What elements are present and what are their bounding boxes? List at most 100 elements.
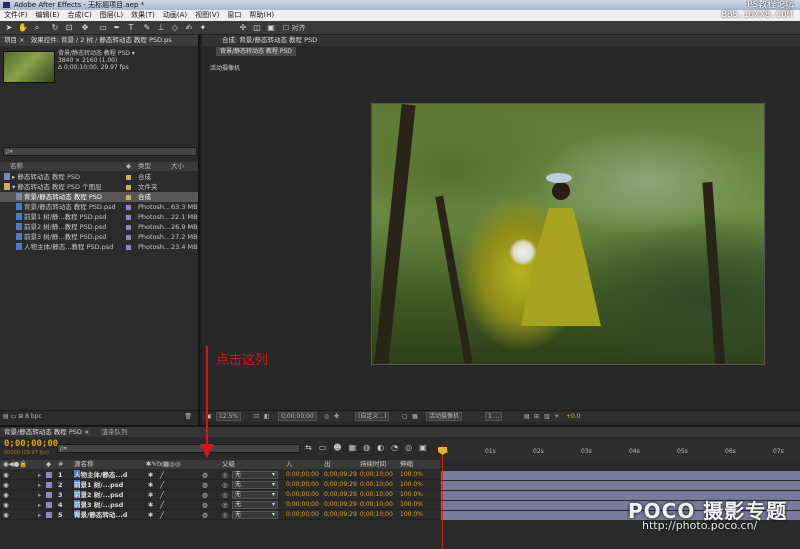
menu-effect[interactable]: 效果(T) [127,10,159,21]
col-size[interactable]: 大小 [171,162,184,171]
layer-duration[interactable]: 0;00;10;00 [360,490,393,500]
puppet-tool-icon[interactable]: ✦ [198,23,208,33]
project-item[interactable]: ▸ 静态转动态 教程 PSD 合成 [0,172,198,182]
snapshot-icon[interactable]: ◎ [324,411,329,423]
av-features-icon[interactable]: ◉◀●🔒 [3,460,27,469]
hand-tool-icon[interactable]: ✋ [18,23,28,33]
shy-switch-icon[interactable]: ✱ [148,510,153,520]
camera-tool-icon[interactable]: ⊡ [64,23,74,33]
tab-project[interactable]: 项目 × [4,36,25,44]
menu-layer[interactable]: 图层(L) [96,10,127,21]
visibility-eye-icon[interactable]: ◉ [3,480,9,490]
3d-layer-switch-icon[interactable]: ◍ [202,510,208,520]
shy-switch-icon[interactable]: ✱ [148,490,153,500]
transparency-grid-icon[interactable]: ▦ [412,411,418,423]
safe-margins-icon[interactable]: ⊡ [254,411,259,423]
col-in[interactable]: 入 [286,460,293,469]
pick-whip-icon[interactable]: ◎ [222,500,228,510]
new-folder-icon[interactable]: ▭ [11,413,17,420]
snapshot-camera-icon[interactable]: ◧ [264,411,270,423]
layer-in-time[interactable]: 0;00;00;00 [286,480,319,490]
region-of-interest-icon[interactable]: ▢ [402,411,408,423]
time-ruler[interactable]: 0s 01s 02s 03s 04s 05s 06s 07s [441,439,800,460]
shy-switch-icon[interactable]: ✱ [148,480,153,490]
world-axis-icon[interactable]: ◫ [252,23,262,33]
label-color-swatch[interactable] [126,195,131,200]
visibility-eye-icon[interactable]: ◉ [3,490,9,500]
axis-mode-icon[interactable]: ✣ [238,23,248,33]
label-color-swatch[interactable] [126,235,131,240]
label-color-swatch[interactable] [126,245,131,250]
layer-row[interactable]: ◉ ▸ 2 前景1 树/...psd ✱ ╱ ◍ ◎ 无 ▾ 0;00;00;00 0;00;09;2… [0,480,440,490]
eraser-tool-icon[interactable]: ◇ [170,23,180,33]
exposure-value[interactable]: +0.0 [566,411,581,423]
layer-stretch[interactable]: 100.0% [400,500,423,510]
tab-render-queue[interactable]: 渲染队列 [101,428,127,436]
layer-duration[interactable]: 0;00;10;00 [360,480,393,490]
menu-composition[interactable]: 合成(C) [63,10,95,21]
comp-subtab[interactable]: 背景/静态转动态 教程 PSD [216,47,296,56]
col-name[interactable]: 名称 [10,162,23,171]
pick-whip-icon[interactable]: ◎ [222,510,228,520]
layer-duration[interactable]: 0;00;10;00 [360,470,393,480]
fast-preview-icon[interactable]: ⊞ [534,411,539,423]
quality-switch-icon[interactable]: ╱ [160,470,164,480]
pick-whip-icon[interactable]: ◎ [222,470,228,480]
comp-info-name[interactable]: 背景/静态转动态 教程 PSD ▾ [58,50,135,57]
draft-3d-icon[interactable]: ▭ [319,443,334,452]
project-item[interactable]: ▾ 静态转动态 教程 PSD 个图层 文件夹 [0,182,198,192]
layer-label-color[interactable] [46,472,52,478]
3d-layer-switch-icon[interactable]: ◍ [202,470,208,480]
text-tool-icon[interactable]: T [126,23,136,33]
layer-out-time[interactable]: 0;00;09;29 [324,480,357,490]
label-color-swatch[interactable] [126,185,131,190]
3d-layer-switch-icon[interactable]: ◍ [202,480,208,490]
layer-duration[interactable]: 0;00;10;00 [360,510,393,520]
label-color-swatch[interactable] [126,205,131,210]
shy-switch-icon[interactable]: ✱ [148,500,153,510]
menu-help[interactable]: 帮助(H) [245,10,278,21]
project-item[interactable]: 前景3 树/静...教程 PSD.psd Photosh... 27.2 MB [0,232,198,242]
frame-blending-icon[interactable]: ▦ [349,443,364,452]
pen-tool-icon[interactable]: ✒ [112,23,122,33]
project-item[interactable]: 人物主体/静态...教程 PSD.psd Photosh... 23.4 MB [0,242,198,252]
number-header-icon[interactable]: # [58,460,63,469]
layer-row[interactable]: ◉ ▸ 4 前景3 树/...psd ✱ ╱ ◍ ◎ 无 ▾ 0;00;00;00 0;00;09;2… [0,500,440,510]
layer-out-time[interactable]: 0;00;09;29 [324,490,357,500]
col-stretch[interactable]: 伸缩 [400,460,413,469]
menu-view[interactable]: 视图(V) [191,10,223,21]
label-color-swatch[interactable] [126,175,131,180]
menu-window[interactable]: 窗口 [223,10,245,21]
visibility-eye-icon[interactable]: ◉ [3,500,9,510]
new-comp-icon[interactable]: ⊞ [18,413,23,420]
parent-select[interactable]: 无 ▾ [232,511,278,519]
layer-duration-bar[interactable] [441,471,800,480]
expand-triangle-icon[interactable]: ▸ [38,500,41,510]
flowchart-icon[interactable]: ☀ [554,411,559,423]
layer-in-time[interactable]: 0;00;00;00 [286,470,319,480]
rotate-tool-icon[interactable]: ↻ [50,23,60,33]
menu-file[interactable]: 文件(F) [0,10,32,21]
expand-triangle-icon[interactable]: ▸ [38,490,41,500]
comp-mini-flowchart-icon[interactable]: ⇆ [305,443,319,452]
project-search-input[interactable]: ρ▾ [3,147,197,156]
delete-icon[interactable]: 🗑 [184,411,192,422]
motion-blur-icon[interactable]: ◍ [363,443,377,452]
layer-duration-bar[interactable] [441,481,800,490]
visibility-eye-icon[interactable]: ◉ [3,510,9,520]
menu-animation[interactable]: 动画(A) [159,10,191,21]
snap-checkbox-label[interactable]: ☐ 对齐 [283,23,306,33]
col-parent[interactable]: 父级 [222,460,235,469]
layer-stretch[interactable]: 100.0% [400,470,423,480]
tab-effect-controls[interactable]: 效果控件: 背景 / 2 树 / 静态转动态 教程 PSD.ps [31,36,172,44]
label-header-icon[interactable]: ◆ [46,460,51,469]
timeline-icon[interactable]: ▥ [544,411,550,423]
quality-switch-icon[interactable]: ╱ [160,510,164,520]
shy-switch-icon[interactable]: ✱ [148,470,153,480]
zoom-tool-icon[interactable]: ⌕ [32,23,42,33]
col-out[interactable]: 出 [324,460,331,469]
mask-tool-icon[interactable]: ▭ [98,23,108,33]
pixel-aspect-icon[interactable]: ▤ [524,411,530,423]
parent-select[interactable]: 无 ▾ [232,471,278,479]
layer-duration[interactable]: 0;00;10;00 [360,500,393,510]
